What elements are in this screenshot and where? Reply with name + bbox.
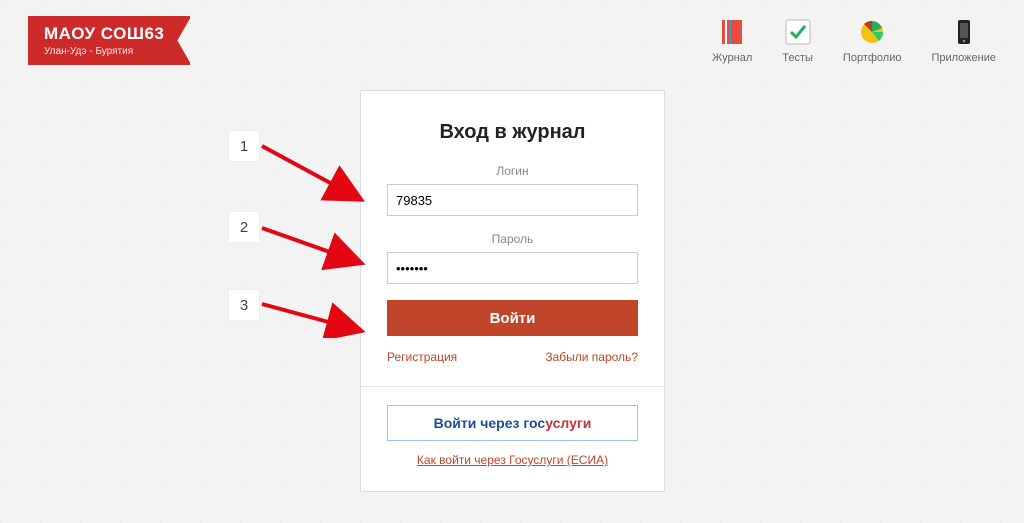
annotation-arrow-3 (258, 298, 368, 338)
nav-app-label: Приложение (931, 52, 996, 64)
nav-tests[interactable]: Тесты (782, 18, 813, 64)
school-subtitle: Улан-Удэ - Бурятия (44, 46, 164, 57)
login-form: Вход в журнал Логин Пароль Войти Регистр… (360, 90, 665, 492)
gosuslugi-help-link[interactable]: Как войти через Госуслуги (ЕСИА) (387, 453, 638, 467)
gosuslugi-red: услуги (545, 415, 591, 431)
school-ribbon: МАОУ СОШ63 Улан-Удэ - Бурятия (28, 16, 190, 65)
forgot-password-link[interactable]: Забыли пароль? (545, 350, 638, 364)
register-link[interactable]: Регистрация (387, 350, 457, 364)
checkmark-icon (784, 18, 812, 46)
gosuslugi-prefix: Войти через (434, 415, 524, 431)
school-title: МАОУ СОШ63 (44, 24, 164, 44)
pie-chart-icon (858, 18, 886, 46)
gosuslugi-button[interactable]: Войти через госуслуги (387, 405, 638, 441)
password-label: Пароль (387, 232, 638, 246)
annotation-number-1: 1 (229, 131, 259, 161)
password-input[interactable] (387, 252, 638, 284)
annotation-number-2: 2 (229, 212, 259, 242)
divider (361, 386, 664, 387)
nav-journal[interactable]: Журнал (712, 18, 752, 64)
top-nav: Журнал Тесты Портфолио Приложение (712, 18, 996, 64)
login-input[interactable] (387, 184, 638, 216)
gosuslugi-blue: гос (523, 415, 545, 431)
submit-button[interactable]: Войти (387, 300, 638, 336)
login-label: Логин (387, 164, 638, 178)
nav-portfolio-label: Портфолио (843, 52, 902, 64)
nav-portfolio[interactable]: Портфолио (843, 18, 902, 64)
nav-journal-label: Журнал (712, 52, 752, 64)
nav-app[interactable]: Приложение (931, 18, 996, 64)
login-heading: Вход в журнал (387, 121, 638, 144)
annotation-arrow-1 (258, 138, 368, 206)
phone-icon (950, 18, 978, 46)
annotation-number-3: 3 (229, 290, 259, 320)
annotation-arrow-2 (258, 222, 368, 270)
nav-tests-label: Тесты (782, 52, 813, 64)
journal-icon (718, 18, 746, 46)
